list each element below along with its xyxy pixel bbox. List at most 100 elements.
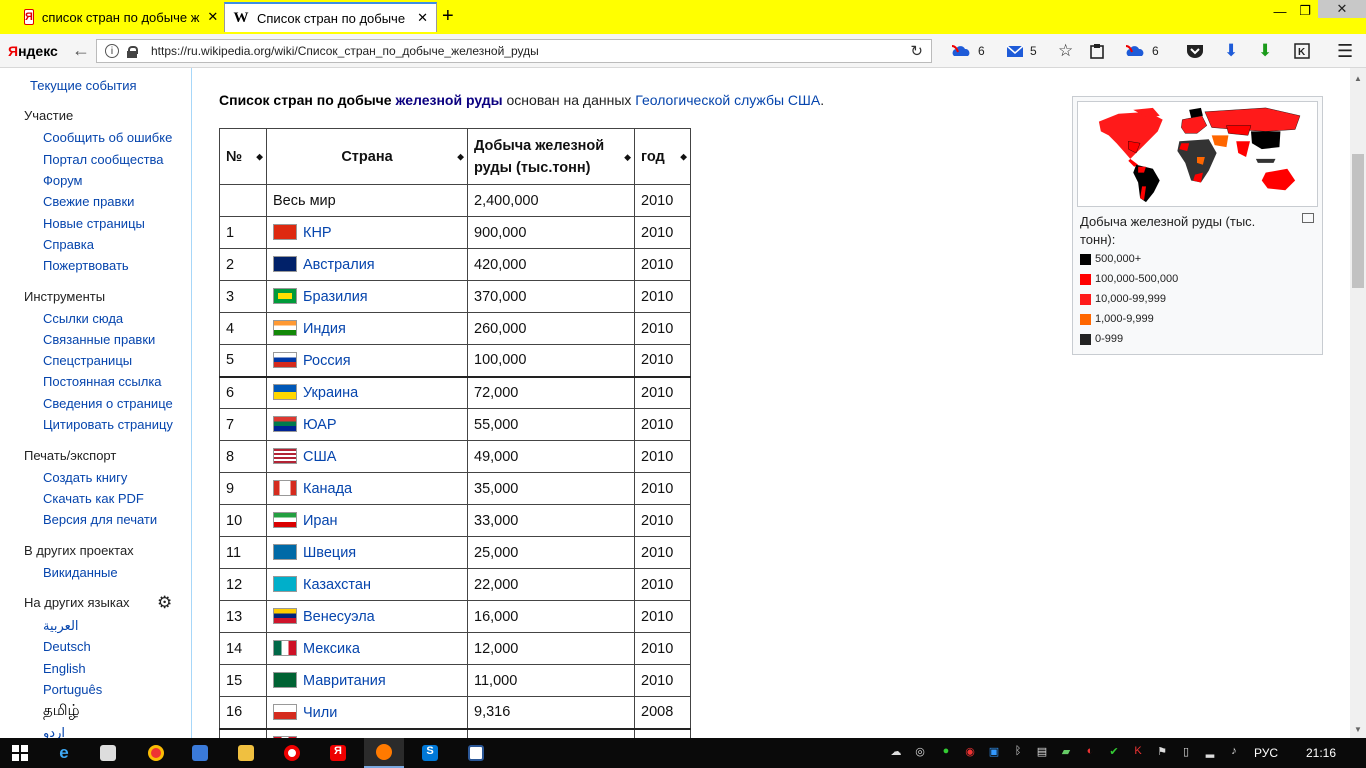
tray-kaspersky-icon[interactable]: K bbox=[1130, 745, 1146, 761]
tray-battery-icon[interactable]: ▯ bbox=[1178, 745, 1194, 761]
address-bar[interactable]: i https://ru.wikipedia.org/wiki/Список_с… bbox=[96, 39, 932, 63]
url-text[interactable]: https://ru.wikipedia.org/wiki/Список_стр… bbox=[151, 44, 539, 58]
sort-icon[interactable]: ◆ bbox=[457, 151, 464, 162]
sidebar-item-recent-changes[interactable]: Свежие правки bbox=[43, 194, 134, 209]
flag-mx-icon[interactable] bbox=[273, 640, 297, 656]
country-link[interactable]: Индия bbox=[303, 321, 346, 337]
taskbar-opera[interactable] bbox=[272, 738, 312, 768]
scroll-down-arrow-icon[interactable]: ▼ bbox=[1354, 725, 1362, 734]
close-window-button[interactable]: ✕ bbox=[1318, 0, 1366, 18]
close-tab-icon[interactable]: ✕ bbox=[199, 9, 218, 25]
clipboard-icon[interactable] bbox=[1090, 42, 1104, 60]
taskbar-clock[interactable]: 21:16 bbox=[1306, 746, 1336, 760]
sidebar-item-current-events[interactable]: Текущие события bbox=[30, 78, 137, 93]
flag-ca-icon[interactable] bbox=[273, 480, 297, 496]
menu-icon[interactable]: ☰ bbox=[1337, 41, 1353, 61]
country-link[interactable]: Казахстан bbox=[303, 577, 371, 593]
taskbar-yandex[interactable]: Я bbox=[318, 738, 358, 768]
sidebar-item-download-pdf[interactable]: Скачать как PDF bbox=[43, 491, 144, 506]
kaspersky-icon[interactable]: K bbox=[1294, 42, 1310, 60]
new-tab-button[interactable]: + bbox=[442, 5, 454, 28]
sidebar-item-lang-portuguese[interactable]: Português bbox=[43, 682, 102, 697]
page-scrollbar[interactable]: ▲ ▼ bbox=[1350, 68, 1366, 738]
header-number[interactable]: № ◆ bbox=[219, 128, 267, 185]
flag-ve-icon[interactable] bbox=[273, 608, 297, 624]
tray-flag-icon[interactable]: ⚑ bbox=[1154, 745, 1170, 761]
scroll-up-arrow-icon[interactable]: ▲ bbox=[1354, 74, 1362, 83]
sidebar-item-lang-urdu[interactable]: اردو bbox=[43, 725, 65, 738]
sidebar-item-related-changes[interactable]: Связанные правки bbox=[43, 332, 155, 347]
flag-in-icon[interactable] bbox=[273, 320, 297, 336]
tray-volume-icon[interactable]: ♪ bbox=[1226, 745, 1242, 761]
taskbar-chrome[interactable] bbox=[136, 738, 176, 768]
scrollbar-thumb[interactable] bbox=[1352, 154, 1364, 288]
tray-antivirus-icon[interactable]: ◉ bbox=[962, 745, 978, 761]
tray-green-icon[interactable]: ● bbox=[938, 745, 954, 761]
sort-icon[interactable]: ◆ bbox=[680, 151, 687, 162]
reload-icon[interactable]: ↻ bbox=[910, 42, 923, 60]
taskbar-skype[interactable]: S bbox=[410, 738, 450, 768]
sort-icon[interactable]: ◆ bbox=[256, 151, 263, 162]
taskbar-app-2[interactable] bbox=[88, 738, 128, 768]
taskbar-word[interactable] bbox=[456, 738, 496, 768]
info-icon[interactable]: i bbox=[105, 44, 119, 58]
flag-ir-icon[interactable] bbox=[273, 512, 297, 528]
taskbar-app-4[interactable] bbox=[180, 738, 220, 768]
tray-usb-icon[interactable]: ▤ bbox=[1034, 745, 1050, 761]
taskbar-firefox[interactable] bbox=[364, 738, 404, 768]
language-settings-gear-icon[interactable]: ⚙ bbox=[157, 593, 172, 613]
tray-red-icon[interactable]: ◐ bbox=[1082, 745, 1098, 761]
sidebar-item-report-error[interactable]: Сообщить об ошибке bbox=[43, 130, 172, 145]
sidebar-item-create-book[interactable]: Создать книгу bbox=[43, 470, 127, 485]
flag-cn-icon[interactable] bbox=[273, 224, 297, 240]
sidebar-item-wikidata[interactable]: Викиданные bbox=[43, 565, 118, 580]
tray-nvidia-icon[interactable]: ▰ bbox=[1058, 745, 1074, 761]
country-link[interactable]: Иран bbox=[303, 513, 338, 529]
flag-za-icon[interactable] bbox=[273, 416, 297, 432]
minimize-button[interactable]: — bbox=[1266, 0, 1294, 22]
sidebar-item-donate[interactable]: Пожертвовать bbox=[43, 258, 129, 273]
weather-widget-2[interactable]: 6 bbox=[1124, 42, 1159, 60]
start-button[interactable] bbox=[0, 738, 40, 768]
flag-se-icon[interactable] bbox=[273, 544, 297, 560]
sidebar-item-permanent-link[interactable]: Постоянная ссылка bbox=[43, 374, 162, 389]
sidebar-item-new-pages[interactable]: Новые страницы bbox=[43, 216, 145, 231]
sidebar-item-forum[interactable]: Форум bbox=[43, 173, 83, 188]
tray-cloud-icon[interactable]: ☁ bbox=[888, 745, 904, 761]
taskbar-ie[interactable]: e bbox=[44, 738, 84, 768]
intro-usgs-link[interactable]: Геологической службы США bbox=[635, 92, 820, 108]
back-button[interactable]: ← bbox=[72, 40, 90, 61]
mail-widget[interactable]: 5 bbox=[1006, 42, 1037, 60]
pocket-icon[interactable] bbox=[1186, 42, 1204, 60]
sidebar-item-lang-tamil[interactable]: தமிழ் bbox=[43, 702, 80, 721]
country-link[interactable]: Мавритания bbox=[303, 673, 386, 689]
flag-us-icon[interactable] bbox=[273, 448, 297, 464]
tray-network-icon[interactable]: ▂ bbox=[1202, 745, 1218, 761]
tray-calendar-icon[interactable]: ▣ bbox=[986, 745, 1002, 761]
flag-ua-icon[interactable] bbox=[273, 384, 297, 401]
country-link[interactable]: ЮАР bbox=[303, 417, 337, 433]
sidebar-item-what-links-here[interactable]: Ссылки сюда bbox=[43, 311, 123, 326]
intro-bold-link[interactable]: железной руды bbox=[395, 92, 502, 108]
tab-yandex-search[interactable]: Я список стран по добыче ж ✕ bbox=[16, 2, 224, 32]
header-year[interactable]: год ◆ bbox=[634, 128, 691, 185]
bookmark-star-icon[interactable]: ☆ bbox=[1058, 41, 1073, 60]
country-link[interactable]: Бразилия bbox=[303, 289, 368, 305]
country-link[interactable]: Чили bbox=[303, 705, 337, 721]
country-link[interactable]: США bbox=[303, 449, 336, 465]
sidebar-item-help[interactable]: Справка bbox=[43, 237, 94, 252]
country-link[interactable]: Украина bbox=[303, 385, 358, 401]
maximize-button[interactable]: ❐ bbox=[1294, 0, 1316, 22]
sidebar-item-community-portal[interactable]: Портал сообщества bbox=[43, 152, 164, 167]
flag-au-icon[interactable] bbox=[273, 256, 297, 272]
header-country[interactable]: Страна ◆ bbox=[266, 128, 468, 185]
sidebar-item-lang-german[interactable]: Deutsch bbox=[43, 639, 91, 654]
taskbar-explorer[interactable] bbox=[226, 738, 266, 768]
sidebar-item-printable-version[interactable]: Версия для печати bbox=[43, 512, 157, 527]
country-link[interactable]: Венесуэла bbox=[303, 609, 375, 625]
sidebar-item-special-pages[interactable]: Спецстраницы bbox=[43, 353, 132, 368]
input-language-indicator[interactable]: РУС bbox=[1254, 746, 1278, 760]
tab-wikipedia[interactable]: W Список стран по добыче ✕ bbox=[224, 2, 437, 32]
flag-ru-icon[interactable] bbox=[273, 351, 297, 368]
country-link[interactable]: Швеция bbox=[303, 545, 356, 561]
